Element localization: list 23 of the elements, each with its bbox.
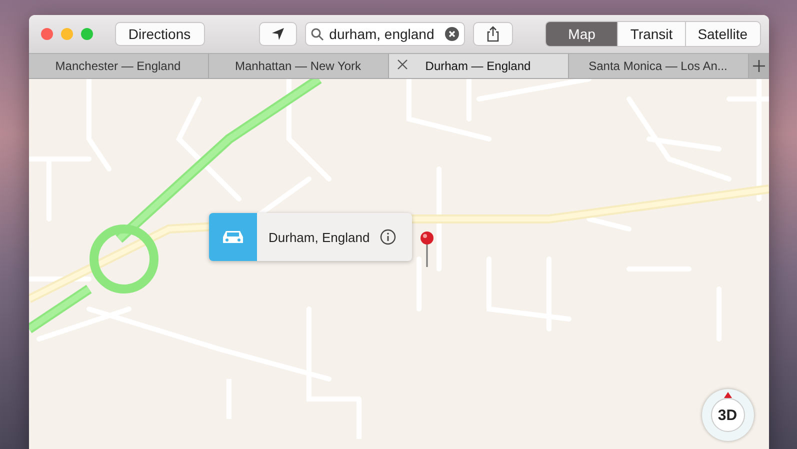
- map-pin-icon: [418, 231, 434, 267]
- callout-title: Durham, England: [268, 230, 370, 244]
- tab[interactable]: Durham — England: [388, 54, 568, 78]
- search-field[interactable]: durham, england: [305, 22, 466, 46]
- location-callout[interactable]: Durham, England: [208, 213, 412, 261]
- directions-button[interactable]: Directions: [114, 22, 204, 46]
- 3d-button[interactable]: 3D: [710, 398, 744, 432]
- location-arrow-icon: [271, 27, 286, 41]
- compass-button[interactable]: 3D: [702, 389, 754, 441]
- clear-icon[interactable]: [445, 27, 460, 41]
- view-mode-tab[interactable]: Map: [546, 22, 618, 46]
- new-tab-button[interactable]: [748, 54, 768, 78]
- search-icon: [311, 28, 324, 40]
- close-tab-icon[interactable]: [396, 59, 408, 70]
- share-icon: [486, 26, 500, 42]
- location-button[interactable]: [259, 22, 298, 46]
- car-icon: [220, 229, 244, 245]
- share-button[interactable]: [473, 22, 514, 46]
- plus-icon: [752, 60, 764, 72]
- view-mode-tab[interactable]: Satellite: [684, 22, 760, 46]
- north-arrow-icon: [724, 392, 732, 398]
- view-mode-tab[interactable]: Transit: [617, 22, 685, 46]
- info-icon[interactable]: [380, 229, 396, 245]
